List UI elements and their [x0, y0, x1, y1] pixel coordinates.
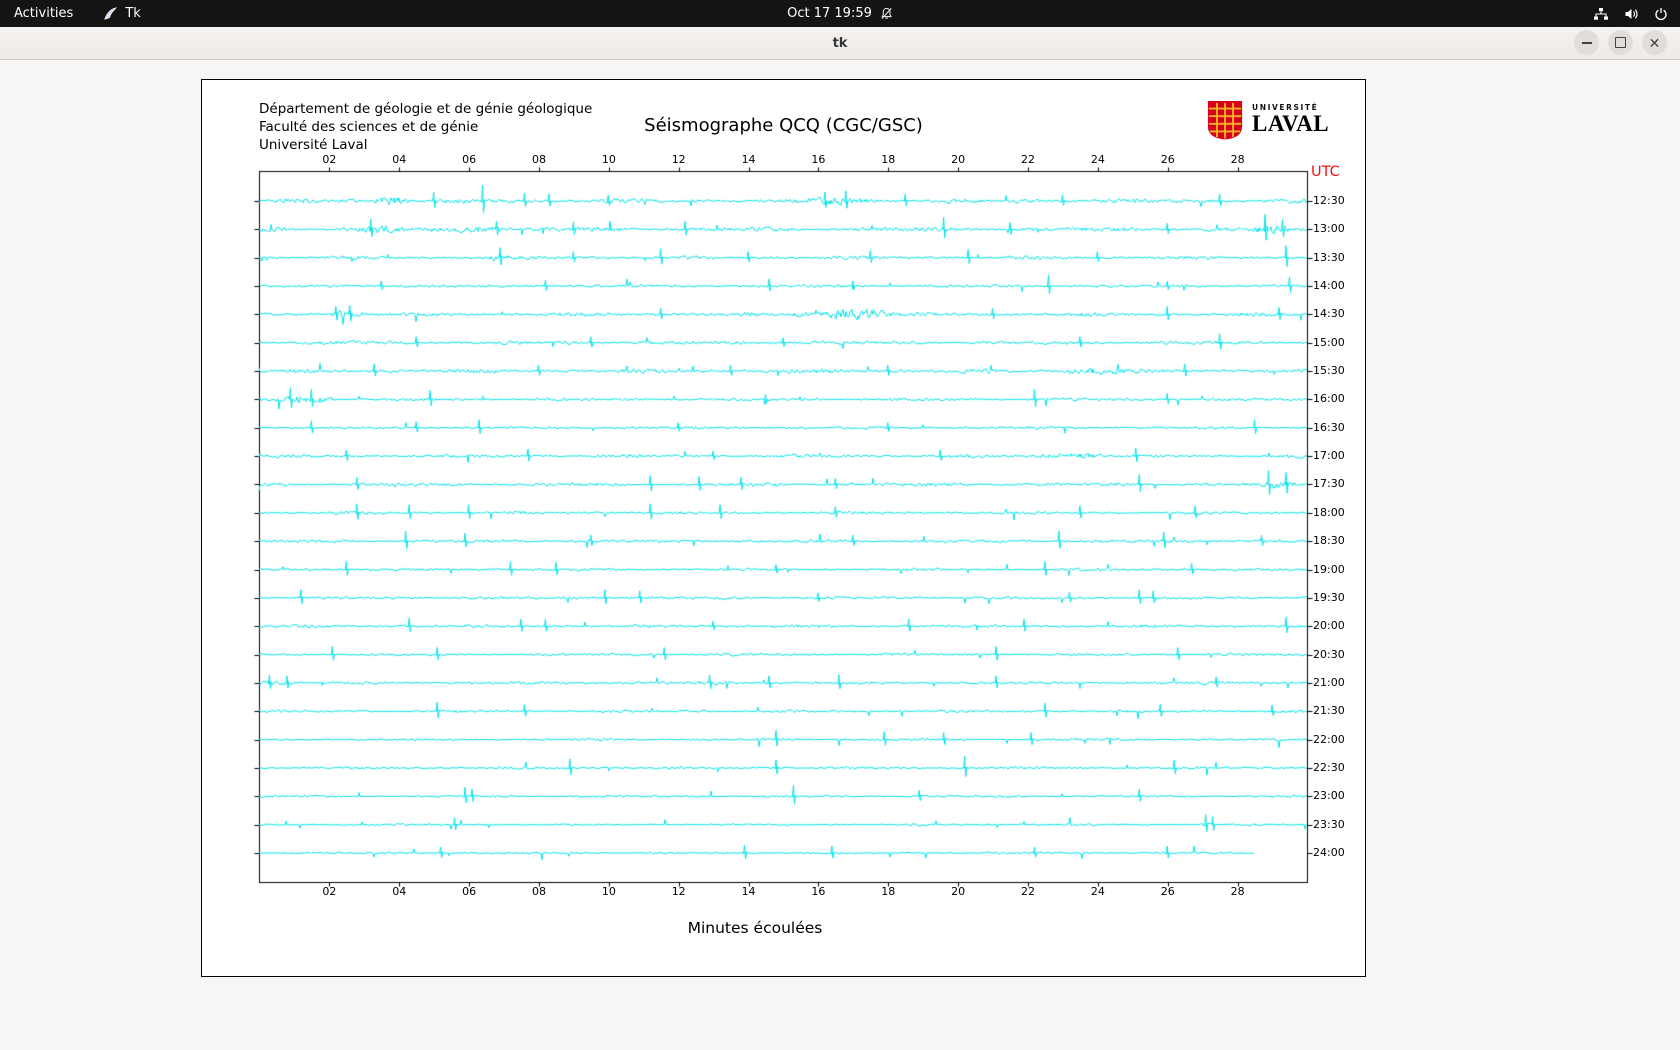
minimize-icon	[1581, 41, 1592, 44]
notifications-muted-icon	[880, 7, 893, 20]
row-time-label: 12:30	[1313, 194, 1345, 207]
row-time-label: 23:30	[1313, 817, 1345, 831]
row-time-label: 18:30	[1313, 534, 1345, 548]
x-tick-label: 02	[322, 885, 337, 898]
row-time-label: 22:30	[1313, 760, 1345, 774]
figure-title: Séismographe QCQ (CGC/GSC)	[644, 115, 923, 136]
x-tick-label: 24	[1090, 885, 1105, 898]
row-time-label: 18:00	[1313, 505, 1345, 519]
row-time-label: 24:00	[1313, 846, 1345, 859]
x-tick-label: 16	[811, 885, 826, 898]
x-tick-label: 06	[462, 885, 477, 898]
row-time-label: 16:30	[1313, 420, 1345, 434]
x-tick-label: 18	[881, 885, 896, 898]
x-axis-title: Minutes écoulées	[687, 919, 823, 937]
row-time-label: 20:00	[1313, 619, 1345, 633]
volume-icon	[1624, 7, 1639, 21]
row-time-label: 21:00	[1313, 675, 1345, 689]
laval-shield-icon	[1206, 100, 1244, 144]
row-time-label: 22:00	[1313, 732, 1345, 746]
x-tick-label: 04	[392, 885, 407, 898]
window-controls: ✕	[1574, 30, 1667, 55]
logo-text-laval: LAVAL	[1252, 111, 1330, 136]
universite-laval-logo: UNIVERSITÉ LAVAL	[1206, 100, 1329, 144]
clock-text: Oct 17 19:59	[787, 6, 872, 21]
window-title: tk	[832, 35, 848, 51]
row-time-label: 19:30	[1313, 590, 1345, 604]
row-time-label: 15:30	[1313, 364, 1345, 378]
tk-window-content: Département de géologie et de génie géol…	[0, 60, 1680, 1050]
x-tick-label: 08	[531, 885, 546, 898]
maximize-icon	[1615, 37, 1626, 48]
focused-app-name: Tk	[125, 6, 141, 21]
row-time-label: 14:30	[1313, 307, 1345, 321]
x-tick-label: 12	[671, 885, 686, 898]
row-time-label: 17:30	[1313, 477, 1345, 491]
x-tick-label: 10	[601, 885, 616, 898]
row-time-label: 13:30	[1313, 250, 1345, 264]
row-time-label: 23:00	[1313, 789, 1345, 803]
close-button[interactable]: ✕	[1642, 30, 1667, 55]
activities-button[interactable]: Activities	[14, 6, 73, 21]
institution-line: Université Laval	[259, 137, 368, 153]
x-tick-label: 14	[741, 885, 756, 898]
row-time-label: 21:30	[1313, 704, 1345, 718]
window-titlebar[interactable]: tk ✕	[0, 27, 1680, 60]
tk-app-icon	[103, 6, 118, 21]
row-time-label: 15:00	[1313, 335, 1345, 349]
power-icon	[1654, 7, 1668, 21]
x-tick-label: 26	[1160, 885, 1175, 898]
x-tick-label: 20	[951, 885, 966, 898]
x-tick-label: 22	[1021, 885, 1036, 898]
x-axis-ticks-bottom: 02 04 06 08 10 12 14 16 18 20 22 24 26 28	[202, 885, 1365, 899]
network-tree-icon	[1593, 7, 1609, 21]
gnome-top-bar: Activities Tk Oct 17 19:59	[0, 0, 1680, 27]
system-tray[interactable]	[1593, 7, 1668, 21]
close-icon: ✕	[1648, 34, 1661, 51]
focused-app-menu[interactable]: Tk	[103, 6, 141, 21]
figure-panel: Département de géologie et de génie géol…	[201, 79, 1366, 977]
row-time-label: 14:00	[1313, 279, 1345, 293]
x-tick-label: 28	[1230, 885, 1245, 898]
seismograph-plot	[246, 165, 1321, 887]
row-time-label: 13:00	[1313, 222, 1345, 236]
row-time-label: 17:00	[1313, 449, 1345, 463]
row-time-label: 16:00	[1313, 392, 1345, 406]
row-time-label: 19:00	[1313, 562, 1345, 576]
maximize-button[interactable]	[1608, 30, 1633, 55]
clock-menu[interactable]: Oct 17 19:59	[787, 6, 893, 21]
minimize-button[interactable]	[1574, 30, 1599, 55]
row-time-label: 20:30	[1313, 647, 1345, 661]
